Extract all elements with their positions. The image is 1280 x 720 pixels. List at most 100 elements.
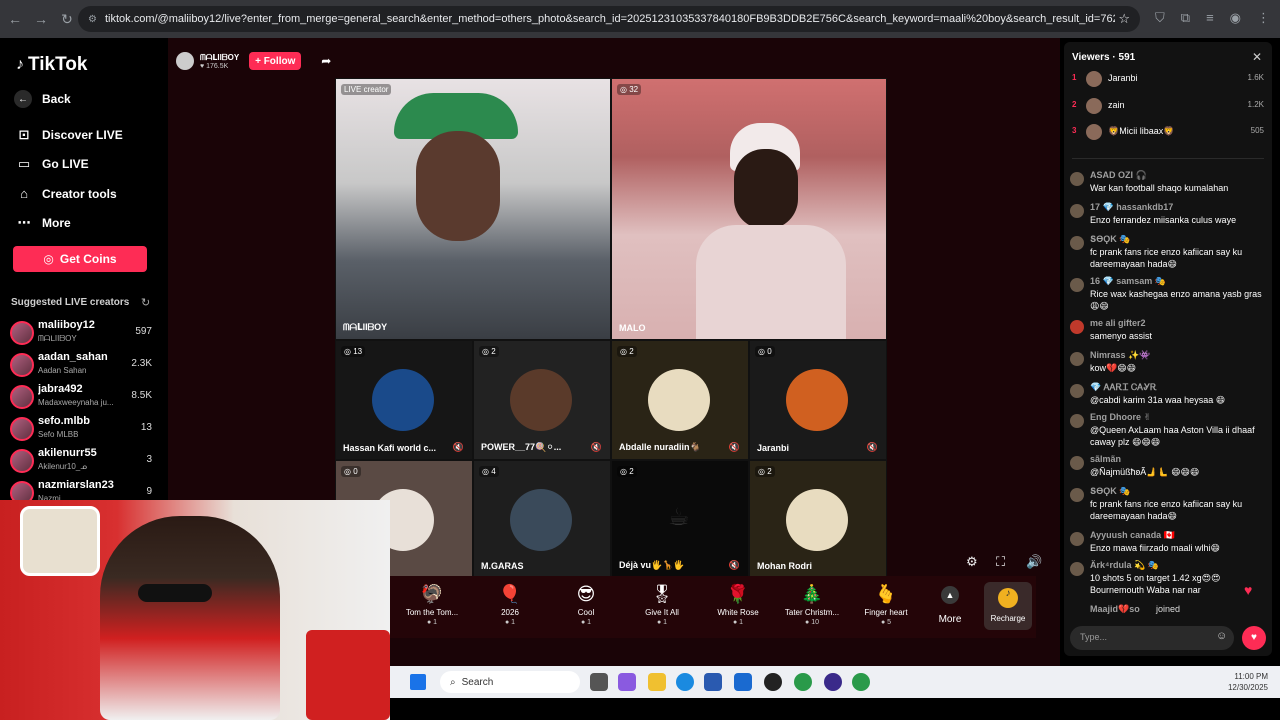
get-coins-button[interactable]: ◎ Get Coins [13,246,147,272]
avatar [10,449,34,473]
fullscreen-icon[interactable]: ⛶ [996,554,1005,570]
creator-item[interactable]: maliiboy12 ᗰᗩᒪIIᗷOY 597 [8,318,160,348]
bookmark-star-icon[interactable]: ☆ [1118,11,1130,27]
guest-tile[interactable]: ◎ 2 Mohan Rodri [749,460,887,578]
top-viewer-row[interactable]: 3 🦁Micii libaax🦁 505 [1072,123,1264,141]
nav-creator-tools[interactable]: ⌂ Creator tools [16,186,117,201]
reload-icon[interactable]: ↻ [56,11,78,28]
url-text[interactable]: tiktok.com/@maliiboy12/live?enter_from_m… [105,13,1115,25]
gift-item[interactable]: 😎 Cool ● 1 [550,584,622,626]
creator-item[interactable]: jabra492 Madaxweeynaha ju... 8.5K [8,382,160,412]
store-icon[interactable] [704,673,722,691]
mute-icon: 🔇 [452,442,464,452]
profile-icon[interactable]: ◉ [1230,10,1241,26]
avatar [1070,384,1084,398]
top-viewer-row[interactable]: 2 zain 1.2K [1072,97,1264,115]
more-gifts-button[interactable]: ▲ More [932,586,968,625]
obs-icon[interactable] [824,673,842,691]
avatar [648,369,710,431]
settings-icon[interactable]: ⚙ [966,554,978,570]
chat-panel: Viewers · 591 ✕ 1 Jaranbi 1.6K 2 zain 1.2K 3… [1064,42,1272,656]
media-icon[interactable]: ≡ [1206,10,1214,26]
gift-icon: 🦃 [420,584,444,604]
gift-item[interactable]: 🌹 White Rose ● 1 [702,584,774,626]
share-icon[interactable]: ➦ [321,54,331,68]
recharge-button[interactable]: ♪ Recharge [984,582,1032,630]
guest-tile[interactable]: ☕ ◎ 2 Déjà vu🖐🦒🖐 🔇 [611,460,749,578]
host-likes: ♥ 176.5K [200,62,229,70]
mail-icon[interactable] [734,673,752,691]
streamer-figure [100,516,280,720]
windows-start-icon[interactable] [410,674,426,690]
gift-item[interactable]: 🫰 Finger heart ● 5 [850,584,922,626]
viewers-count[interactable]: Viewers · 591 [1072,52,1135,63]
copilot-icon[interactable] [618,673,636,691]
follow-button[interactable]: + Follow [249,52,302,70]
close-icon[interactable]: ✕ [1252,50,1262,64]
nav-more[interactable]: ⋯ More [16,215,71,231]
microphone-stand [306,630,390,720]
file-explorer-icon[interactable] [648,673,666,691]
shield-icon[interactable]: ⛉ [1155,10,1165,26]
avatar [372,369,434,431]
guest-video-tile[interactable]: ◎ 32 MALO [611,78,887,340]
extensions-icon[interactable]: ⧉ [1181,10,1190,26]
avatar [786,369,848,431]
guest-tile[interactable]: ◎ 2 POWER__77🍭⚪... 🔇 [473,340,611,460]
gift-item[interactable]: 🎈 2026 ● 1 [474,584,546,626]
forward-arrow-icon[interactable]: → [30,11,52,27]
avatar [1086,124,1102,140]
creator-item[interactable]: aadan_sahan Aadan Sahan 2.3K [8,350,160,380]
guest-tile[interactable]: ◎ 2 Abdalle nuradiin🐐 🔇 [611,340,749,460]
guest-tile[interactable]: ◎ 4 M.GARAS [473,460,611,578]
like-button[interactable]: ♥ [1242,626,1266,650]
system-clock[interactable]: 11:00 PM 12/30/2025 [1228,671,1268,693]
back-arrow-icon[interactable]: ← [4,11,26,27]
creator-item[interactable]: sefo.mlbb Sefo MLBB 13 [8,414,160,444]
viewer-count-badge: ◎ 0 [341,466,361,477]
chrome-icon[interactable] [794,673,812,691]
sunglasses [138,584,212,602]
host-video-tile[interactable]: LIVE creator ᗰᗩᒪIIᗷOY [335,78,611,340]
guest-face [734,149,798,229]
gift-item[interactable]: 🎖 Give It All ● 1 [626,584,698,626]
home-icon: ⌂ [20,186,28,201]
host-avatar[interactable] [176,52,194,70]
nav-go-live[interactable]: ▭ Go LIVE [16,156,89,172]
task-view-icon[interactable] [590,673,608,691]
menu-dots-icon[interactable]: ⋮ [1257,10,1270,26]
avatar [10,353,34,377]
tiktok-logo[interactable]: ♪ TikTok [16,54,87,76]
site-info-icon[interactable]: ⚙ [88,14,97,25]
address-bar[interactable]: ⚙ tiktok.com/@maliiboy12/live?enter_from… [78,6,1140,32]
taskbar-search[interactable]: ⌕ Search [440,671,580,693]
viewer-count-badge: ◎ 2 [617,466,637,477]
gift-item[interactable]: 🦃 Tom the Tom... ● 1 [396,584,468,626]
guest-tile[interactable]: ◎ 13 Hassan Kafi world c... 🔇 [335,340,473,460]
windows-taskbar: ⌕ Search 11:00 PM 12/30/2025 [390,666,1280,698]
avatar [10,417,34,441]
guest-tile[interactable]: ◎ 0 Jaranbi 🔇 [749,340,887,460]
avatar [1070,488,1084,502]
top-viewer-row[interactable]: 1 Jaranbi 1.6K [1072,70,1264,88]
avatar [510,369,572,431]
volume-icon[interactable]: 🔊 [1026,554,1042,570]
gift-item[interactable]: 🎄 Tater Christm... ● 10 [776,584,848,626]
chrome-profile-icon[interactable] [852,673,870,691]
tile-label: ᗰᗩᒪIIᗷOY [343,322,388,332]
viewer-count-badge: ◎ 2 [755,466,775,477]
search-icon: ⌕ [450,676,456,688]
avatar [10,321,34,345]
creator-item[interactable]: akilenurr55 Akilenur10_ᓄ 3 [8,446,160,476]
webcam-overlay [0,500,390,720]
nav-discover-live[interactable]: ⊡ Discover LIVE [16,127,123,143]
app-icon[interactable] [764,673,782,691]
host-name[interactable]: ᗰᗩᒪIIᗷOY [200,53,239,63]
avatar [510,489,572,551]
edge-browser-icon[interactable] [676,673,694,691]
refresh-icon[interactable]: ↻ [141,296,150,309]
chat-input[interactable]: Type... [1070,626,1234,650]
emoji-icon[interactable]: ☺ [1216,630,1227,642]
heart-icon: ♥ [1244,582,1253,598]
back-button[interactable]: ← Back [14,90,71,108]
